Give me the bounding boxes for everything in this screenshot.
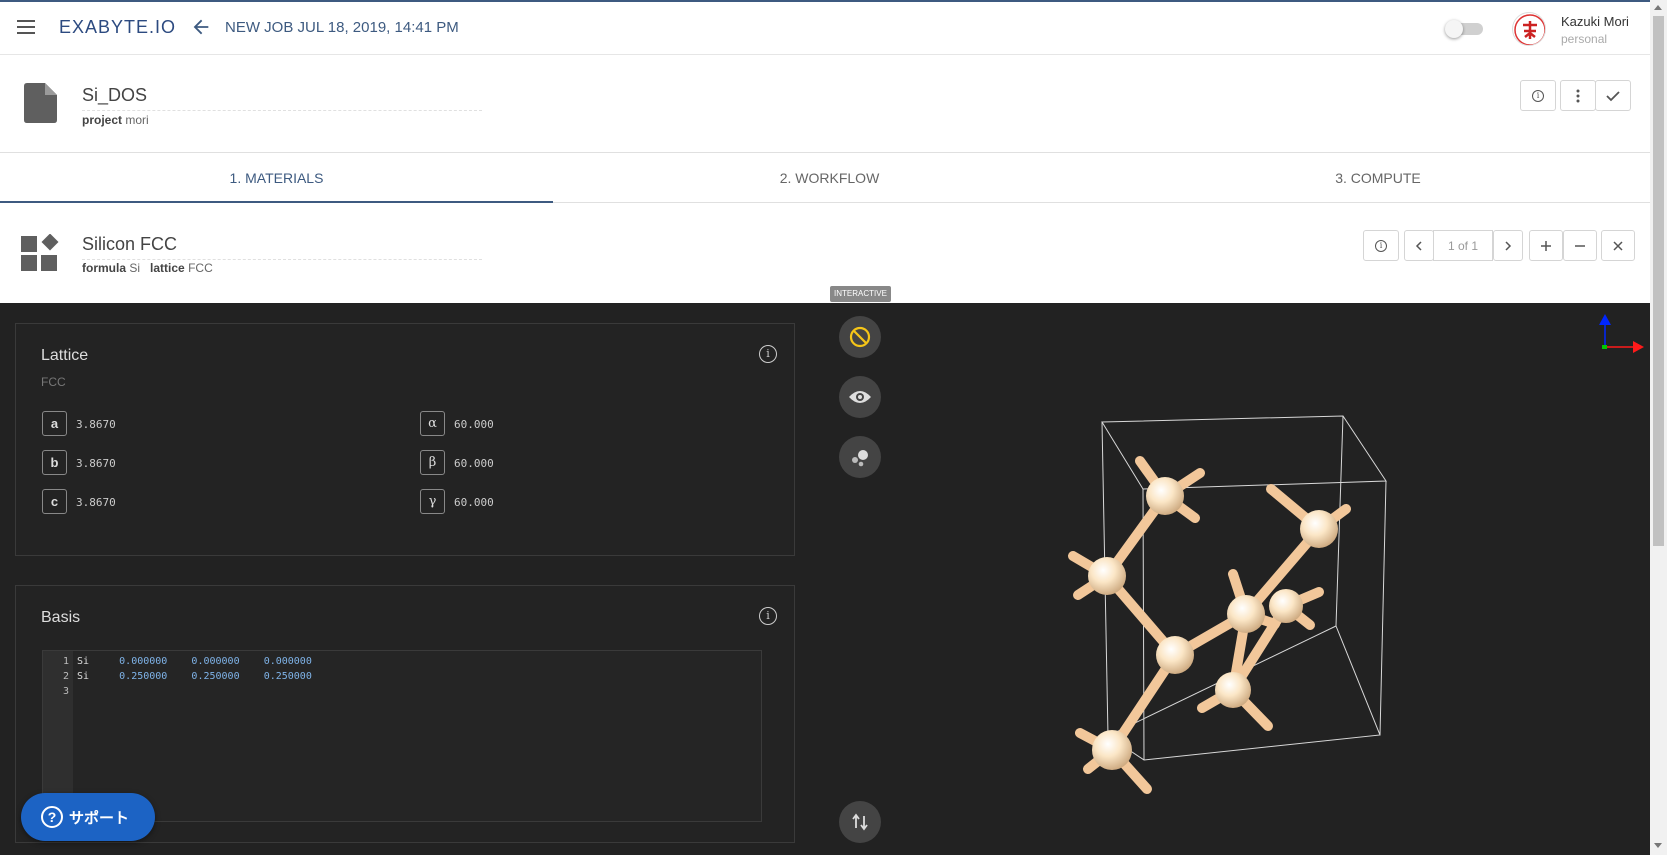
basis-line[interactable]: Si 0.000000 0.000000 0.000000 [77, 656, 312, 667]
info-icon: i [1375, 239, 1387, 252]
material-pager: 1 of 1 [1433, 230, 1493, 261]
lattice-param-beta-key: β [420, 450, 445, 475]
formula-label: formula [82, 261, 127, 275]
line-number: 3 [62, 686, 69, 697]
line-number: 2 [62, 671, 69, 682]
material-info-button[interactable]: i [1363, 230, 1399, 261]
avatar[interactable] [1512, 12, 1546, 46]
menu-icon[interactable] [17, 20, 35, 34]
job-save-button[interactable] [1595, 80, 1631, 111]
help-icon: ? [41, 806, 63, 828]
previous-material-button[interactable] [1404, 230, 1434, 261]
document-icon [24, 83, 57, 123]
add-material-button[interactable] [1529, 230, 1563, 261]
lattice-param-a-key: a [42, 411, 67, 436]
lattice-param-alpha-key: α [420, 411, 445, 436]
block-icon [849, 326, 871, 348]
lattice-param-gamma-value[interactable]: 60.000 [454, 496, 494, 509]
job-info-button[interactable]: i [1520, 80, 1556, 111]
lattice-param-b-value[interactable]: 3.8670 [76, 457, 116, 470]
account-type: personal [1561, 32, 1608, 46]
swap-vertical-icon [852, 813, 868, 831]
lattice-type: FCC [41, 375, 66, 389]
lattice-value: FCC [188, 261, 213, 275]
tab-workflow[interactable]: 2. WORKFLOW [553, 153, 1106, 203]
lattice-label: lattice [150, 261, 185, 275]
info-icon: i [1532, 89, 1544, 102]
material-header: Silicon FCC formula Si lattice FCC i 1 o… [0, 203, 1650, 303]
job-name[interactable]: Si_DOS [82, 85, 482, 111]
support-button[interactable]: ? サポート [21, 793, 155, 841]
materials-icon [21, 234, 59, 271]
interactive-mode-tag: INTERACTIVE [830, 286, 891, 302]
line-number: 1 [62, 656, 69, 667]
job-more-button[interactable] [1560, 80, 1596, 111]
material-name[interactable]: Silicon FCC [82, 234, 482, 260]
next-material-button[interactable] [1493, 230, 1523, 261]
more-vertical-icon [1576, 89, 1580, 102]
lattice-param-a-value[interactable]: 3.8670 [76, 418, 116, 431]
lattice-param-c-key: c [42, 489, 67, 514]
formula-value: Si [129, 261, 141, 275]
lattice-param-c-value[interactable]: 3.8670 [76, 496, 116, 509]
basis-info-icon[interactable]: i [759, 607, 777, 625]
atoms-icon [852, 450, 868, 467]
close-icon [1613, 240, 1623, 251]
back-arrow-icon[interactable] [190, 16, 212, 38]
material-meta: formula Si lattice FCC [82, 261, 213, 275]
plus-icon [1541, 240, 1551, 251]
support-label: サポート [69, 809, 130, 827]
disable-interaction-button[interactable] [839, 316, 881, 358]
page-scrollbar[interactable] [1650, 0, 1667, 855]
lattice-title: Lattice [41, 347, 89, 364]
swap-view-button[interactable] [839, 801, 881, 843]
lattice-param-alpha-value[interactable]: 60.000 [454, 418, 494, 431]
structure-viewer[interactable] [900, 303, 1650, 855]
project-value[interactable]: mori [125, 113, 148, 127]
lattice-card: Lattice FCC i a 3.8670 b 3.8670 c 3.8670… [15, 323, 795, 556]
chevron-right-icon [1505, 240, 1512, 251]
job-header: Si_DOS project mori i [0, 55, 1650, 153]
lattice-info-icon[interactable]: i [759, 345, 777, 363]
material-editor-area: Lattice FCC i a 3.8670 b 3.8670 c 3.8670… [0, 303, 1650, 855]
app-logo[interactable]: EXABYTE.IO [59, 17, 176, 38]
tab-materials[interactable]: 1. MATERIALS [0, 153, 553, 203]
atoms-style-button[interactable] [839, 436, 881, 478]
job-tabs: 1. MATERIALS 2. WORKFLOW 3. COMPUTE [0, 153, 1650, 203]
user-name[interactable]: Kazuki Mori [1561, 14, 1629, 29]
check-icon [1606, 90, 1620, 101]
eye-icon [849, 391, 871, 403]
basis-code-editor[interactable]: 1 2 3 Si 0.000000 0.000000 0.000000 Si 0… [42, 650, 762, 822]
project-label: project [82, 113, 123, 127]
job-project: project mori [82, 113, 149, 127]
chevron-left-icon [1415, 240, 1422, 251]
tab-compute[interactable]: 3. COMPUTE [1106, 153, 1650, 203]
lattice-param-b-key: b [42, 450, 67, 475]
lattice-param-gamma-key: γ [420, 489, 445, 514]
close-material-button[interactable] [1601, 230, 1635, 261]
theme-toggle[interactable] [1445, 20, 1485, 38]
remove-material-button[interactable] [1563, 230, 1597, 261]
scrollbar-thumb[interactable] [1653, 16, 1664, 546]
axes-icon [1599, 314, 1644, 353]
view-button[interactable] [839, 376, 881, 418]
lattice-param-beta-value[interactable]: 60.000 [454, 457, 494, 470]
basis-line[interactable]: Si 0.250000 0.250000 0.250000 [77, 671, 312, 682]
minus-icon [1575, 244, 1585, 247]
job-title: NEW JOB JUL 18, 2019, 14:41 PM [225, 19, 459, 36]
app-header: EXABYTE.IO NEW JOB JUL 18, 2019, 14:41 P… [0, 2, 1650, 55]
basis-title: Basis [41, 609, 81, 626]
